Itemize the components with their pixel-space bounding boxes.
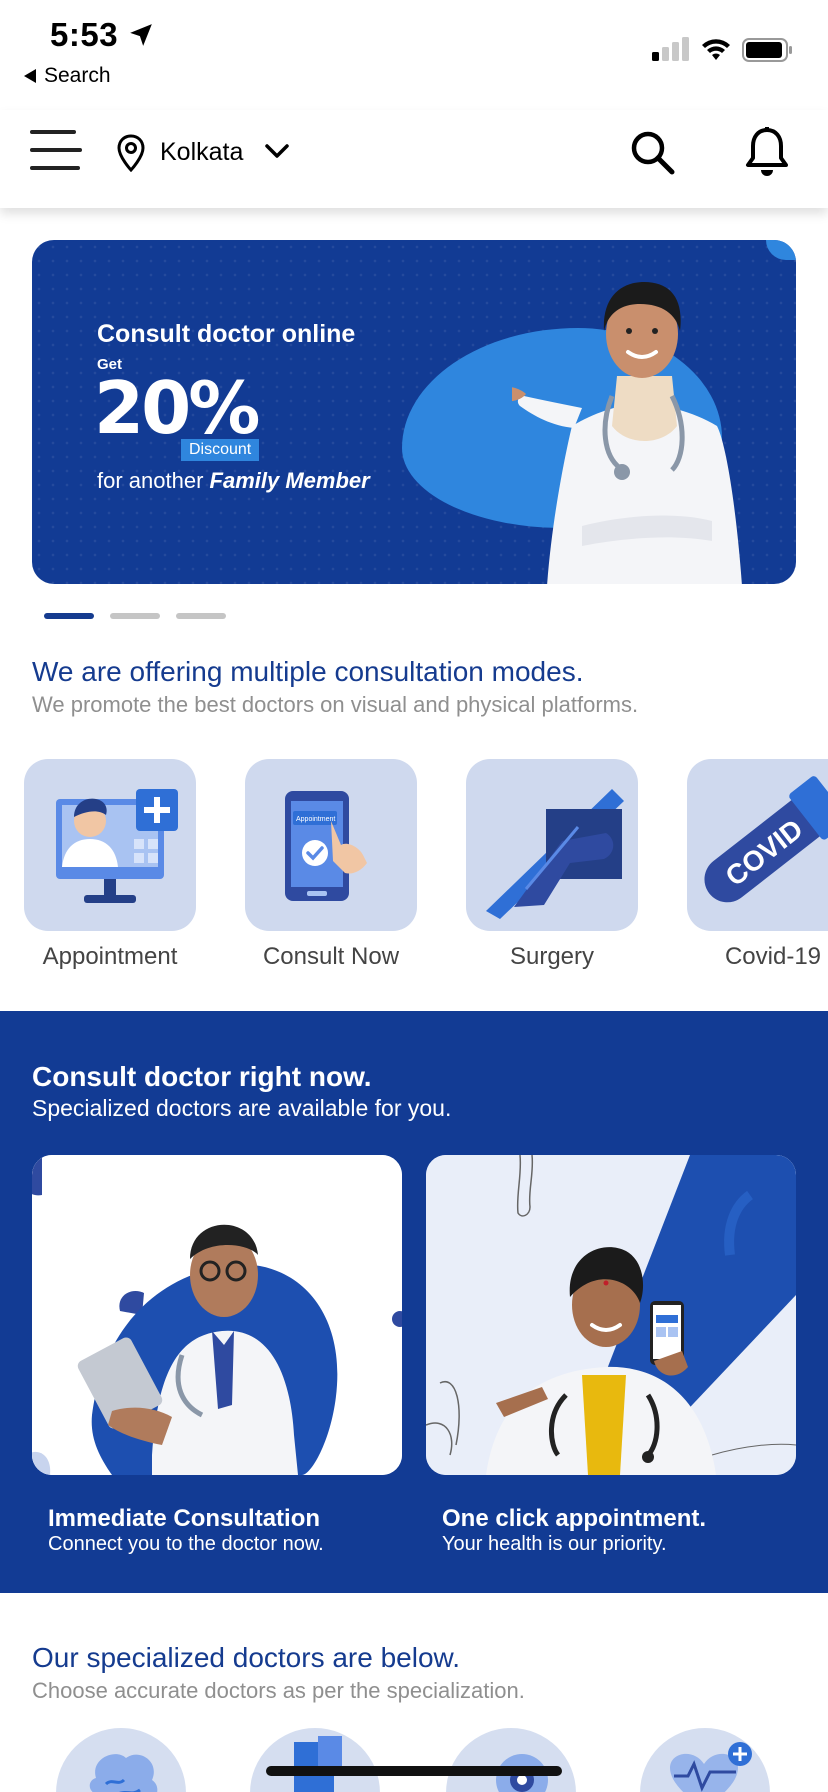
- card-2-subtitle: Your health is our priority.: [442, 1533, 667, 1555]
- heart-pulse-icon: [670, 1742, 752, 1792]
- consult-now-section: Consult doctor right now. Specialized do…: [0, 1011, 828, 1593]
- battery-icon: [742, 38, 792, 62]
- appointment-monitor-icon: [56, 789, 178, 903]
- banner-carousel-indicator[interactable]: [44, 613, 226, 619]
- consultation-modes-list: Appointment Appointment Consult Now Surg…: [24, 759, 828, 979]
- mode-consult-now[interactable]: Appointment Consult Now: [245, 759, 417, 971]
- bone-icon: [294, 1736, 342, 1792]
- immediate-consultation-card[interactable]: [32, 1155, 402, 1475]
- back-label: Search: [44, 64, 111, 87]
- wifi-icon: [702, 39, 730, 60]
- specialization-neurology[interactable]: [56, 1728, 186, 1792]
- carousel-dot-3[interactable]: [176, 613, 226, 619]
- search-icon[interactable]: [628, 128, 676, 176]
- mode-appointment[interactable]: Appointment: [24, 759, 196, 971]
- mode-surgery[interactable]: Surgery: [466, 759, 638, 971]
- female-doctor-illustration: [426, 1155, 796, 1475]
- back-arrow-icon: [24, 69, 36, 83]
- scalpel-hand-icon: [486, 789, 624, 919]
- carousel-dot-1[interactable]: [44, 613, 94, 619]
- mode-label: Covid-19: [724, 943, 822, 970]
- covid-test-tube-icon: COVID: [704, 776, 828, 903]
- promo-banner[interactable]: Consult doctor online Get 20% Discount f…: [32, 240, 796, 584]
- card-1-subtitle: Connect you to the doctor now.: [48, 1533, 324, 1555]
- cellular-signal-icon: [652, 37, 689, 61]
- banner-family-text: for another Family Member: [97, 468, 370, 493]
- specialized-section-subtitle: Choose accurate doctors as per the speci…: [32, 1678, 525, 1703]
- specialization-ophthalmology[interactable]: [446, 1728, 576, 1792]
- eye-icon: [496, 1754, 548, 1792]
- modes-section-subtitle: We promote the best doctors on visual an…: [32, 692, 639, 717]
- doctor-illustration: [512, 282, 742, 584]
- consult-section-title: Consult doctor right now.: [32, 1061, 372, 1092]
- mode-covid-19[interactable]: COVID Covid-19: [687, 759, 828, 971]
- brain-icon: [89, 1754, 158, 1792]
- location-selector[interactable]: Kolkata: [160, 138, 243, 167]
- banner-discount-badge: Discount: [181, 439, 260, 461]
- specialization-orthopedic[interactable]: [250, 1728, 380, 1792]
- location-pin-icon[interactable]: [116, 134, 146, 172]
- carousel-dot-2[interactable]: [110, 613, 160, 619]
- svg-text:Appointment: Appointment: [296, 816, 335, 823]
- chevron-down-icon[interactable]: [264, 142, 290, 162]
- banner-title: Consult doctor online: [97, 320, 356, 348]
- specialization-cardiology[interactable]: [640, 1728, 770, 1792]
- specialized-section-title: Our specialized doctors are below.: [32, 1642, 460, 1673]
- status-bar: 5:53 Search: [0, 0, 828, 100]
- specialization-list: [0, 1728, 828, 1792]
- hamburger-menu-icon[interactable]: [30, 130, 82, 176]
- home-indicator[interactable]: [266, 1766, 562, 1776]
- one-click-appointment-card[interactable]: [426, 1155, 796, 1475]
- back-to-search-link[interactable]: Search: [24, 64, 111, 88]
- mode-label: Appointment: [42, 943, 178, 970]
- card-1-title: Immediate Consultation: [48, 1505, 321, 1532]
- notification-bell-icon[interactable]: [744, 126, 790, 178]
- card-2-title: One click appointment.: [442, 1505, 707, 1532]
- modes-section-title: We are offering multiple consultation mo…: [32, 656, 584, 687]
- banner-discount-percent: 20%: [94, 366, 260, 450]
- mode-label: Consult Now: [262, 943, 400, 970]
- consult-section-subtitle: Specialized doctors are available for yo…: [32, 1095, 452, 1121]
- mode-label: Surgery: [509, 943, 595, 970]
- location-arrow-icon: [130, 24, 152, 46]
- app-header: Kolkata: [0, 110, 828, 208]
- status-time: 5:53: [50, 16, 119, 53]
- phone-tap-icon: Appointment: [285, 791, 367, 901]
- male-doctor-illustration: [32, 1155, 402, 1475]
